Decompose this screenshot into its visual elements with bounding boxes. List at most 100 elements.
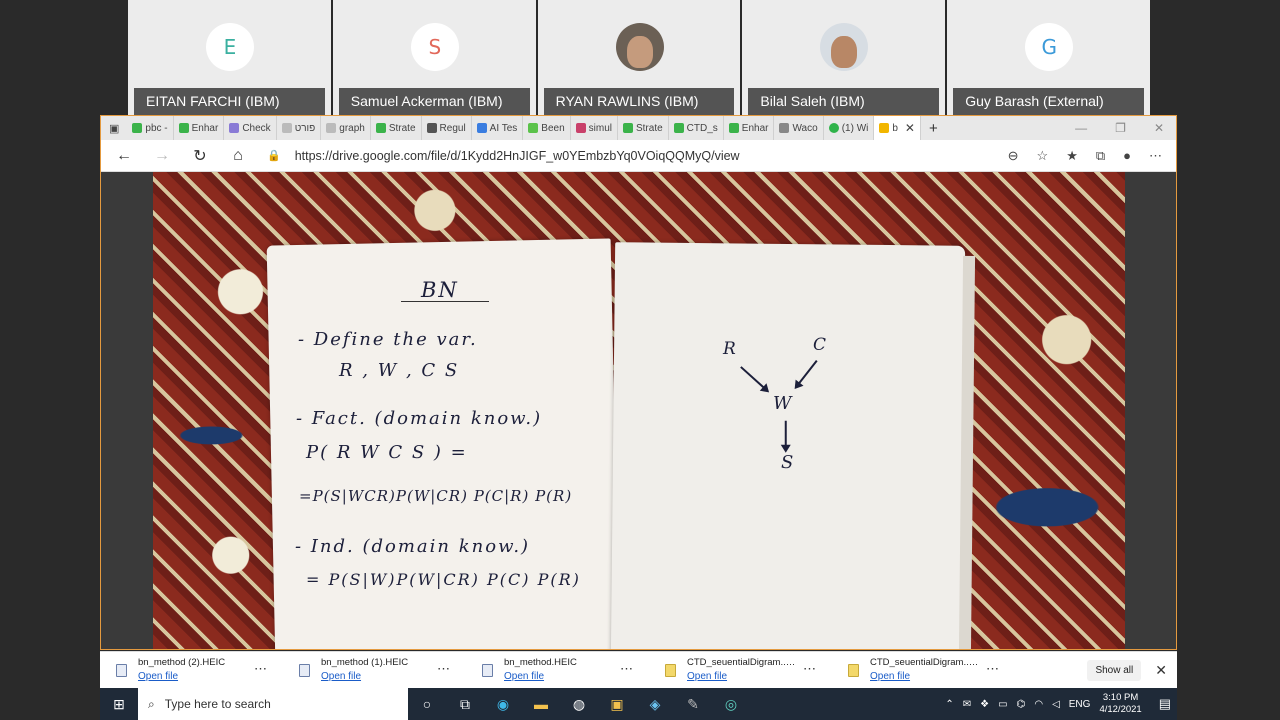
participant-tile[interactable]: S Samuel Ackerman (IBM) [332,0,536,115]
tab-label: פורט [294,122,316,134]
download-shelf: bn_method (2).HEIC Open file ⋯ bn_method … [100,651,1177,688]
chevron-up-icon[interactable]: ⌃ [945,699,953,710]
download-item[interactable]: bn_method (1).HEIC Open file ⋯ [283,652,466,689]
browser-tab-active[interactable]: b ✕ [874,116,921,140]
show-all-button[interactable]: Show all [1087,659,1142,681]
volume-icon[interactable]: ◁ [1052,699,1060,710]
participant-tile[interactable]: G Guy Barash (External) [947,0,1150,115]
file-explorer-icon[interactable]: ▬ [522,696,560,712]
wifi-icon[interactable]: ◠ [1034,699,1043,710]
app-icon[interactable]: ✎ [674,696,712,713]
home-icon[interactable]: ⌂ [229,147,247,165]
tab-favicon-icon [178,123,189,133]
windows-start-icon[interactable]: ⊞ [100,696,138,713]
address-bar[interactable]: https://drive.google.com/file/d/1Kydd2Hn… [295,149,740,163]
download-item[interactable]: bn_method.HEIC Open file ⋯ [466,652,649,689]
tab-label: simul [588,122,612,134]
browser-tab[interactable]: Enhar [724,116,775,140]
avatar: E [206,23,254,71]
browser-tab[interactable]: Waco [774,116,824,140]
participant-tile[interactable]: E EITAN FARCHI (IBM) [128,0,331,115]
more-icon[interactable]: ⋯ [254,661,267,677]
browser-toolbar: ⊖ ☆ ★ ⧉ ● ⋯ [1008,148,1176,164]
profile-icon[interactable]: ● [1123,148,1131,164]
more-icon[interactable]: ⋯ [620,661,633,677]
browser-tab[interactable]: graph [321,116,371,140]
taskbar-search[interactable]: ⌕ Type here to search [138,688,408,720]
edge-icon[interactable]: ◉ [484,696,522,713]
refresh-icon[interactable]: ↻ [191,146,209,166]
store-icon[interactable]: ▣ [598,696,636,713]
browser-tab[interactable]: CTD_s [669,116,724,140]
close-icon[interactable]: ✕ [1155,662,1167,679]
more-icon[interactable]: ⋯ [437,661,450,677]
tab-favicon-icon [375,123,386,133]
browser-tab[interactable]: Strate [618,116,669,140]
close-window-icon[interactable]: ✕ [1154,121,1164,135]
favorites-icon[interactable]: ★ [1066,148,1078,164]
forward-icon[interactable]: → [153,147,171,165]
download-filename: bn_method.HEIC [504,657,577,668]
search-icon: ⌕ [148,696,155,711]
browser-tab[interactable]: simul [571,116,618,140]
browser-tab[interactable]: פורט [277,116,322,140]
browser-tab[interactable]: Strate [371,116,422,140]
window-controls: — ❐ ✕ [1075,121,1176,135]
network-icon[interactable]: ⌬ [1017,699,1026,710]
download-filename: bn_method (2).HEIC [138,657,226,668]
browser-tab[interactable]: Been [523,116,571,140]
notebook-line: - Define the var. [298,329,478,350]
browser-tab[interactable]: Regul [422,116,472,140]
dropbox-icon[interactable]: ❖ [980,699,989,710]
lock-icon[interactable]: 🔒 [267,149,281,162]
more-icon[interactable]: ⋯ [986,661,999,677]
download-item[interactable]: CTD_seuentialDigram....z... Open file ⋯ [832,652,1015,689]
clock-time: 3:10 PM [1102,692,1139,703]
tab-favicon-icon [326,123,337,133]
participant-name: Guy Barash (External) [953,88,1144,115]
browser-tab[interactable]: (1) Wi [824,116,875,140]
download-item[interactable]: bn_method (2).HEIC Open file ⋯ [100,652,283,689]
participant-tile[interactable]: RYAN RAWLINS (IBM) [537,0,741,115]
screen: E EITAN FARCHI (IBM) S Samuel Ackerman (… [0,0,1280,720]
battery-icon[interactable]: ▭ [998,699,1007,710]
clock[interactable]: 3:10 PM 4/12/2021 [1099,692,1141,716]
language-indicator[interactable]: ENG [1069,699,1091,710]
tab-favicon-icon [132,123,143,133]
browser-tab[interactable]: Check [224,116,277,140]
open-file-link[interactable]: Open file [321,670,431,684]
participant-strip: E EITAN FARCHI (IBM) S Samuel Ackerman (… [128,0,1150,115]
notifications-icon[interactable]: ▤ [1159,696,1171,712]
diagram-node-r: R [723,339,738,359]
open-file-link[interactable]: Open file [138,670,248,684]
more-icon[interactable]: ⋯ [803,661,816,677]
tab-favicon-icon [229,123,240,133]
tab-label: pbc - [145,122,168,134]
open-file-link[interactable]: Open file [687,670,797,684]
participant-tile[interactable]: Bilal Saleh (IBM) [742,0,946,115]
tray-icon[interactable]: ✉ [963,699,971,710]
add-favorite-icon[interactable]: ☆ [1037,148,1049,164]
task-view-icon[interactable]: ⧉ [446,696,484,713]
app-icon[interactable]: ◎ [712,696,750,713]
app-icon[interactable]: ◈ [636,696,674,713]
browser-tab[interactable]: Enhar [174,116,225,140]
zoom-icon[interactable]: ⊖ [1008,148,1019,164]
new-tab-button[interactable]: + [929,120,938,137]
notebook-line: P( R W C S ) = [306,442,468,463]
tab-favicon-icon [281,123,292,133]
browser-tab[interactable]: pbc - [127,116,174,140]
window-menu-icon[interactable]: ▣ [109,122,119,135]
minimize-icon[interactable]: — [1075,121,1087,135]
open-file-link[interactable]: Open file [870,670,980,684]
browser-tab[interactable]: AI Tes [472,116,524,140]
open-file-link[interactable]: Open file [504,670,614,684]
maximize-icon[interactable]: ❐ [1115,121,1126,135]
download-item[interactable]: CTD_seuentialDigram....z... Open file ⋯ [649,652,832,689]
close-tab-icon[interactable]: ✕ [905,121,915,135]
collections-icon[interactable]: ⧉ [1096,148,1105,164]
chrome-icon[interactable]: ◍ [560,696,598,713]
cortana-icon[interactable]: ○ [408,696,446,712]
more-options-icon[interactable]: ⋯ [1149,148,1162,164]
back-icon[interactable]: ← [115,147,133,165]
